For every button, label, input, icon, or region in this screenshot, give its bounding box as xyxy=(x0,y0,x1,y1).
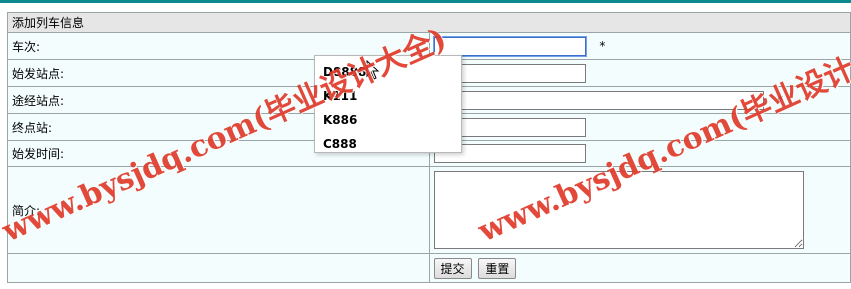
autocomplete-option[interactable]: C888 xyxy=(315,132,461,156)
autocomplete-option[interactable]: K886 xyxy=(315,108,461,132)
train-no-input[interactable] xyxy=(432,35,587,57)
button-row-spacer xyxy=(7,253,430,283)
required-mark: * xyxy=(599,39,606,53)
top-accent-bar xyxy=(0,0,851,3)
submit-button[interactable]: 提交 xyxy=(433,257,472,279)
reset-button[interactable]: 重置 xyxy=(478,257,517,279)
